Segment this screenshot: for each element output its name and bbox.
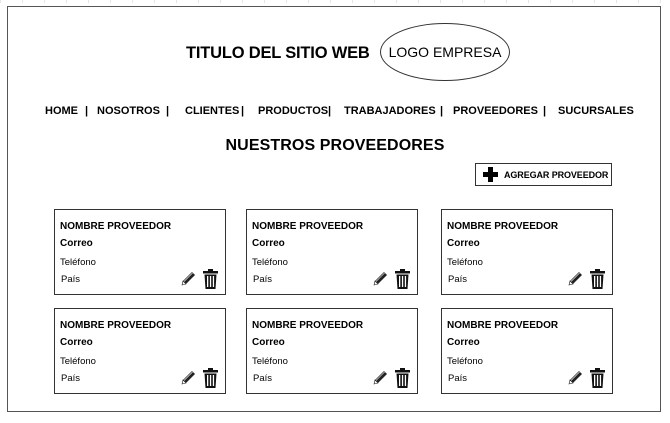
supplier-name: NOMBRE PROVEEDOR	[447, 320, 559, 331]
main-nav: HOME | NOSOTROS | CLIENTES | PRODUCTOS |…	[0, 105, 670, 119]
supplier-email: Correo	[60, 337, 93, 348]
supplier-country: País	[253, 373, 273, 384]
supplier-country: País	[448, 274, 468, 285]
supplier-country: País	[61, 274, 81, 285]
pencil-icon[interactable]	[371, 369, 389, 387]
nav-item-productos[interactable]: PRODUCTOS	[258, 105, 328, 117]
supplier-name: NOMBRE PROVEEDOR	[60, 221, 172, 232]
nav-item-home[interactable]: HOME	[45, 105, 78, 117]
pencil-icon[interactable]	[179, 369, 197, 387]
pencil-icon[interactable]	[566, 270, 584, 288]
trash-icon[interactable]	[395, 368, 410, 388]
supplier-country: País	[253, 274, 273, 285]
supplier-card: NOMBRE PROVEEDOR Correo Teléfono País	[54, 308, 226, 394]
supplier-card: NOMBRE PROVEEDOR Correo Teléfono País	[246, 308, 418, 394]
supplier-name: NOMBRE PROVEEDOR	[60, 320, 172, 331]
pencil-icon[interactable]	[566, 369, 584, 387]
logo-text: LOGO EMPRESA	[388, 44, 502, 60]
pencil-icon[interactable]	[371, 270, 389, 288]
pencil-icon[interactable]	[179, 270, 197, 288]
site-title: TITULO DEL SITIO WEB	[186, 44, 370, 62]
supplier-phone: Teléfono	[252, 257, 288, 268]
supplier-email: Correo	[252, 337, 285, 348]
nav-separator: |	[241, 105, 245, 117]
supplier-phone: Teléfono	[60, 257, 96, 268]
canvas-ruler	[0, 0, 670, 3]
supplier-card: NOMBRE PROVEEDOR Correo Teléfono País	[441, 209, 613, 295]
nav-separator: |	[440, 105, 444, 117]
supplier-phone: Teléfono	[447, 356, 483, 367]
nav-item-proveedores[interactable]: PROVEEDORES	[453, 105, 538, 117]
supplier-phone: Teléfono	[60, 356, 96, 367]
supplier-phone: Teléfono	[252, 356, 288, 367]
add-supplier-button[interactable]: AGREGAR PROVEEDOR	[475, 163, 612, 186]
supplier-email: Correo	[60, 238, 93, 249]
supplier-email: Correo	[447, 337, 480, 348]
nav-item-sucursales[interactable]: SUCURSALES	[558, 105, 634, 117]
supplier-email: Correo	[252, 238, 285, 249]
nav-item-trabajadores[interactable]: TRABAJADORES	[344, 105, 436, 117]
section-title: NUESTROS PROVEEDORES	[225, 137, 445, 154]
supplier-card: NOMBRE PROVEEDOR Correo Teléfono País	[246, 209, 418, 295]
nav-separator: |	[85, 105, 89, 117]
supplier-email: Correo	[447, 238, 480, 249]
trash-icon[interactable]	[203, 368, 218, 388]
supplier-card: NOMBRE PROVEEDOR Correo Teléfono País	[54, 209, 226, 295]
supplier-country: País	[448, 373, 468, 384]
nav-item-nosotros[interactable]: NOSOTROS	[97, 105, 160, 117]
supplier-name: NOMBRE PROVEEDOR	[252, 221, 364, 232]
supplier-card: NOMBRE PROVEEDOR Correo Teléfono País	[441, 308, 613, 394]
plus-icon	[483, 167, 498, 182]
add-supplier-label: AGREGAR PROVEEDOR	[504, 169, 609, 180]
nav-separator: |	[328, 105, 332, 117]
trash-icon[interactable]	[590, 368, 605, 388]
supplier-name: NOMBRE PROVEEDOR	[447, 221, 559, 232]
trash-icon[interactable]	[203, 269, 218, 289]
supplier-phone: Teléfono	[447, 257, 483, 268]
trash-icon[interactable]	[590, 269, 605, 289]
company-logo: LOGO EMPRESA	[380, 23, 510, 81]
supplier-country: País	[61, 373, 81, 384]
nav-separator: |	[166, 105, 170, 117]
nav-item-clientes[interactable]: CLIENTES	[185, 105, 239, 117]
nav-separator: |	[543, 105, 547, 117]
trash-icon[interactable]	[395, 269, 410, 289]
supplier-name: NOMBRE PROVEEDOR	[252, 320, 364, 331]
